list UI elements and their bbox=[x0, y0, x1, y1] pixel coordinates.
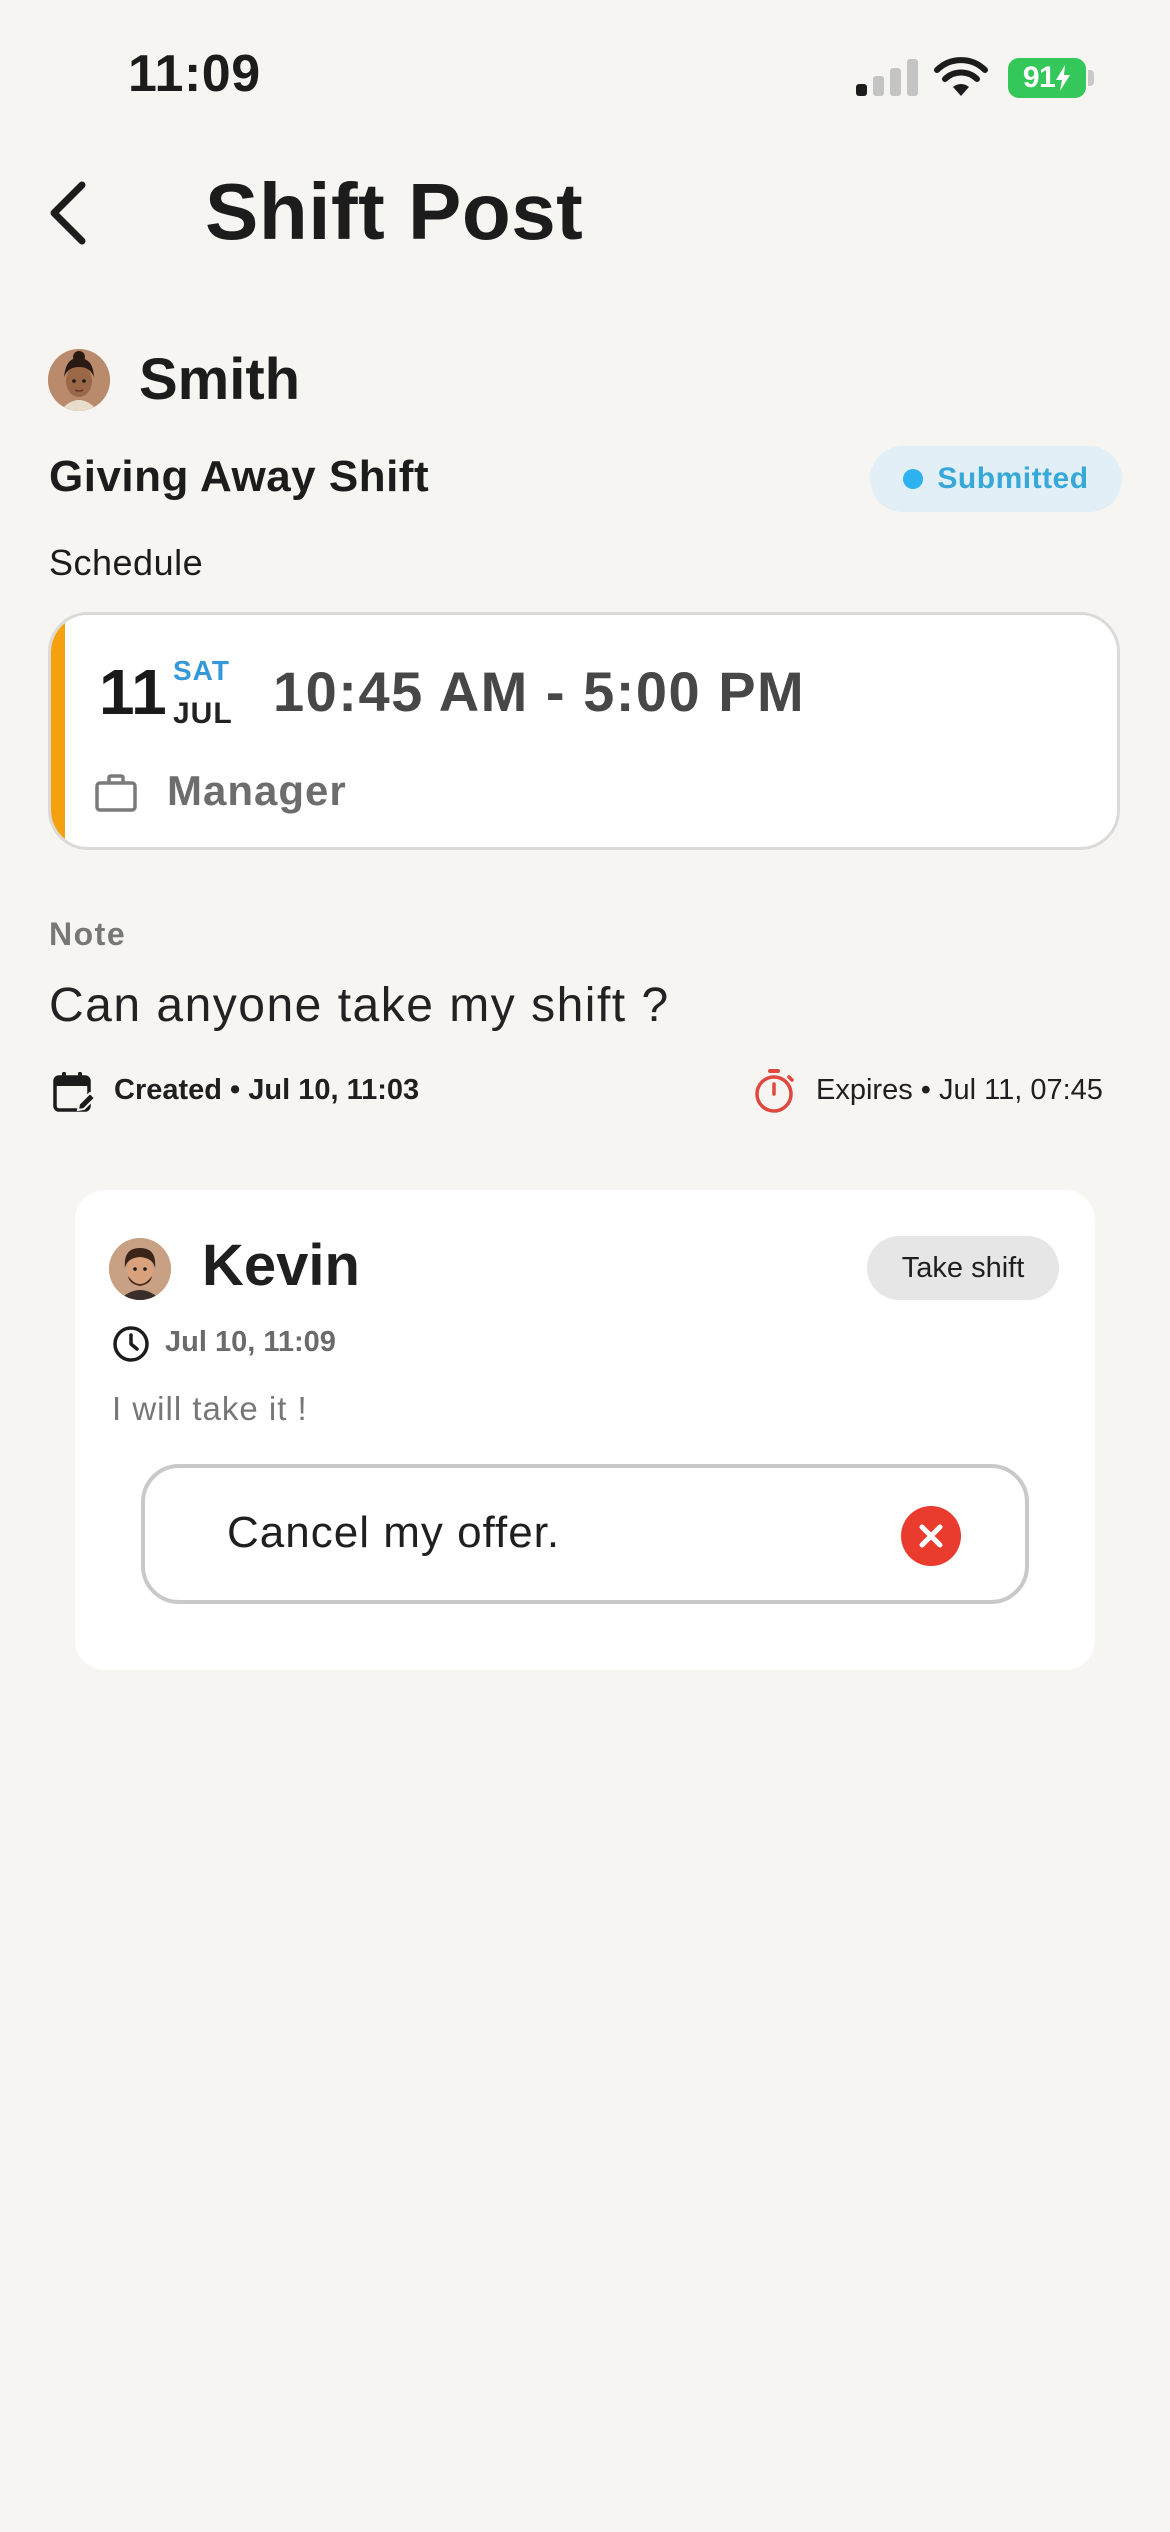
offer-avatar bbox=[109, 1238, 171, 1300]
cancel-offer-button[interactable]: Cancel my offer. bbox=[141, 1464, 1029, 1604]
clock-icon bbox=[113, 1326, 149, 1362]
schedule-month: JUL bbox=[173, 697, 233, 730]
cancel-offer-label: Cancel my offer. bbox=[227, 1508, 561, 1557]
take-shift-button[interactable]: Take shift bbox=[867, 1236, 1059, 1300]
timer-icon bbox=[755, 1069, 794, 1113]
status-dot-icon bbox=[903, 469, 924, 489]
created-timestamp: Created • Jul 10, 11:03 bbox=[114, 1074, 420, 1106]
schedule-time-range: 10:45 AM - 5:00 PM bbox=[273, 660, 806, 723]
schedule-role: Manager bbox=[167, 767, 347, 814]
note-text: Can anyone take my shift ? bbox=[49, 979, 670, 1032]
briefcase-icon bbox=[95, 774, 137, 812]
offer-timestamp: Jul 10, 11:09 bbox=[165, 1326, 336, 1358]
close-circle-icon bbox=[901, 1506, 961, 1566]
calendar-edit-icon bbox=[53, 1072, 96, 1112]
schedule-weekday: SAT bbox=[173, 655, 230, 686]
battery-level: 91 bbox=[1022, 61, 1056, 94]
note-label: Note bbox=[49, 916, 127, 952]
poster-name: Smith bbox=[139, 347, 301, 412]
back-button[interactable] bbox=[38, 178, 98, 248]
post-type-label: Giving Away Shift bbox=[49, 452, 430, 501]
offer-card: Kevin Take shift Jul 10, 11:09 I will ta… bbox=[75, 1190, 1095, 1670]
offer-message: I will take it ! bbox=[112, 1390, 308, 1427]
poster-avatar bbox=[48, 349, 110, 411]
charging-bolt-icon bbox=[1056, 65, 1071, 91]
cellular-signal-icon bbox=[856, 59, 918, 96]
battery-icon: 91 bbox=[1008, 58, 1086, 98]
page-title: Shift Post bbox=[205, 167, 584, 256]
status-badge: Submitted bbox=[870, 446, 1122, 512]
status-badge-label: Submitted bbox=[937, 462, 1089, 495]
battery-nub bbox=[1088, 70, 1094, 86]
schedule-label: Schedule bbox=[49, 542, 204, 583]
expires-timestamp: Expires • Jul 11, 07:45 bbox=[816, 1074, 1103, 1106]
schedule-day: 11 bbox=[99, 656, 167, 728]
status-bar-time: 11:09 bbox=[128, 45, 261, 103]
schedule-card: 11 SAT JUL 10:45 AM - 5:00 PM Manager bbox=[48, 612, 1120, 850]
wifi-icon bbox=[934, 57, 988, 96]
offer-name: Kevin bbox=[202, 1233, 360, 1298]
chevron-left-icon bbox=[50, 181, 86, 245]
schedule-accent-bar bbox=[51, 615, 65, 847]
